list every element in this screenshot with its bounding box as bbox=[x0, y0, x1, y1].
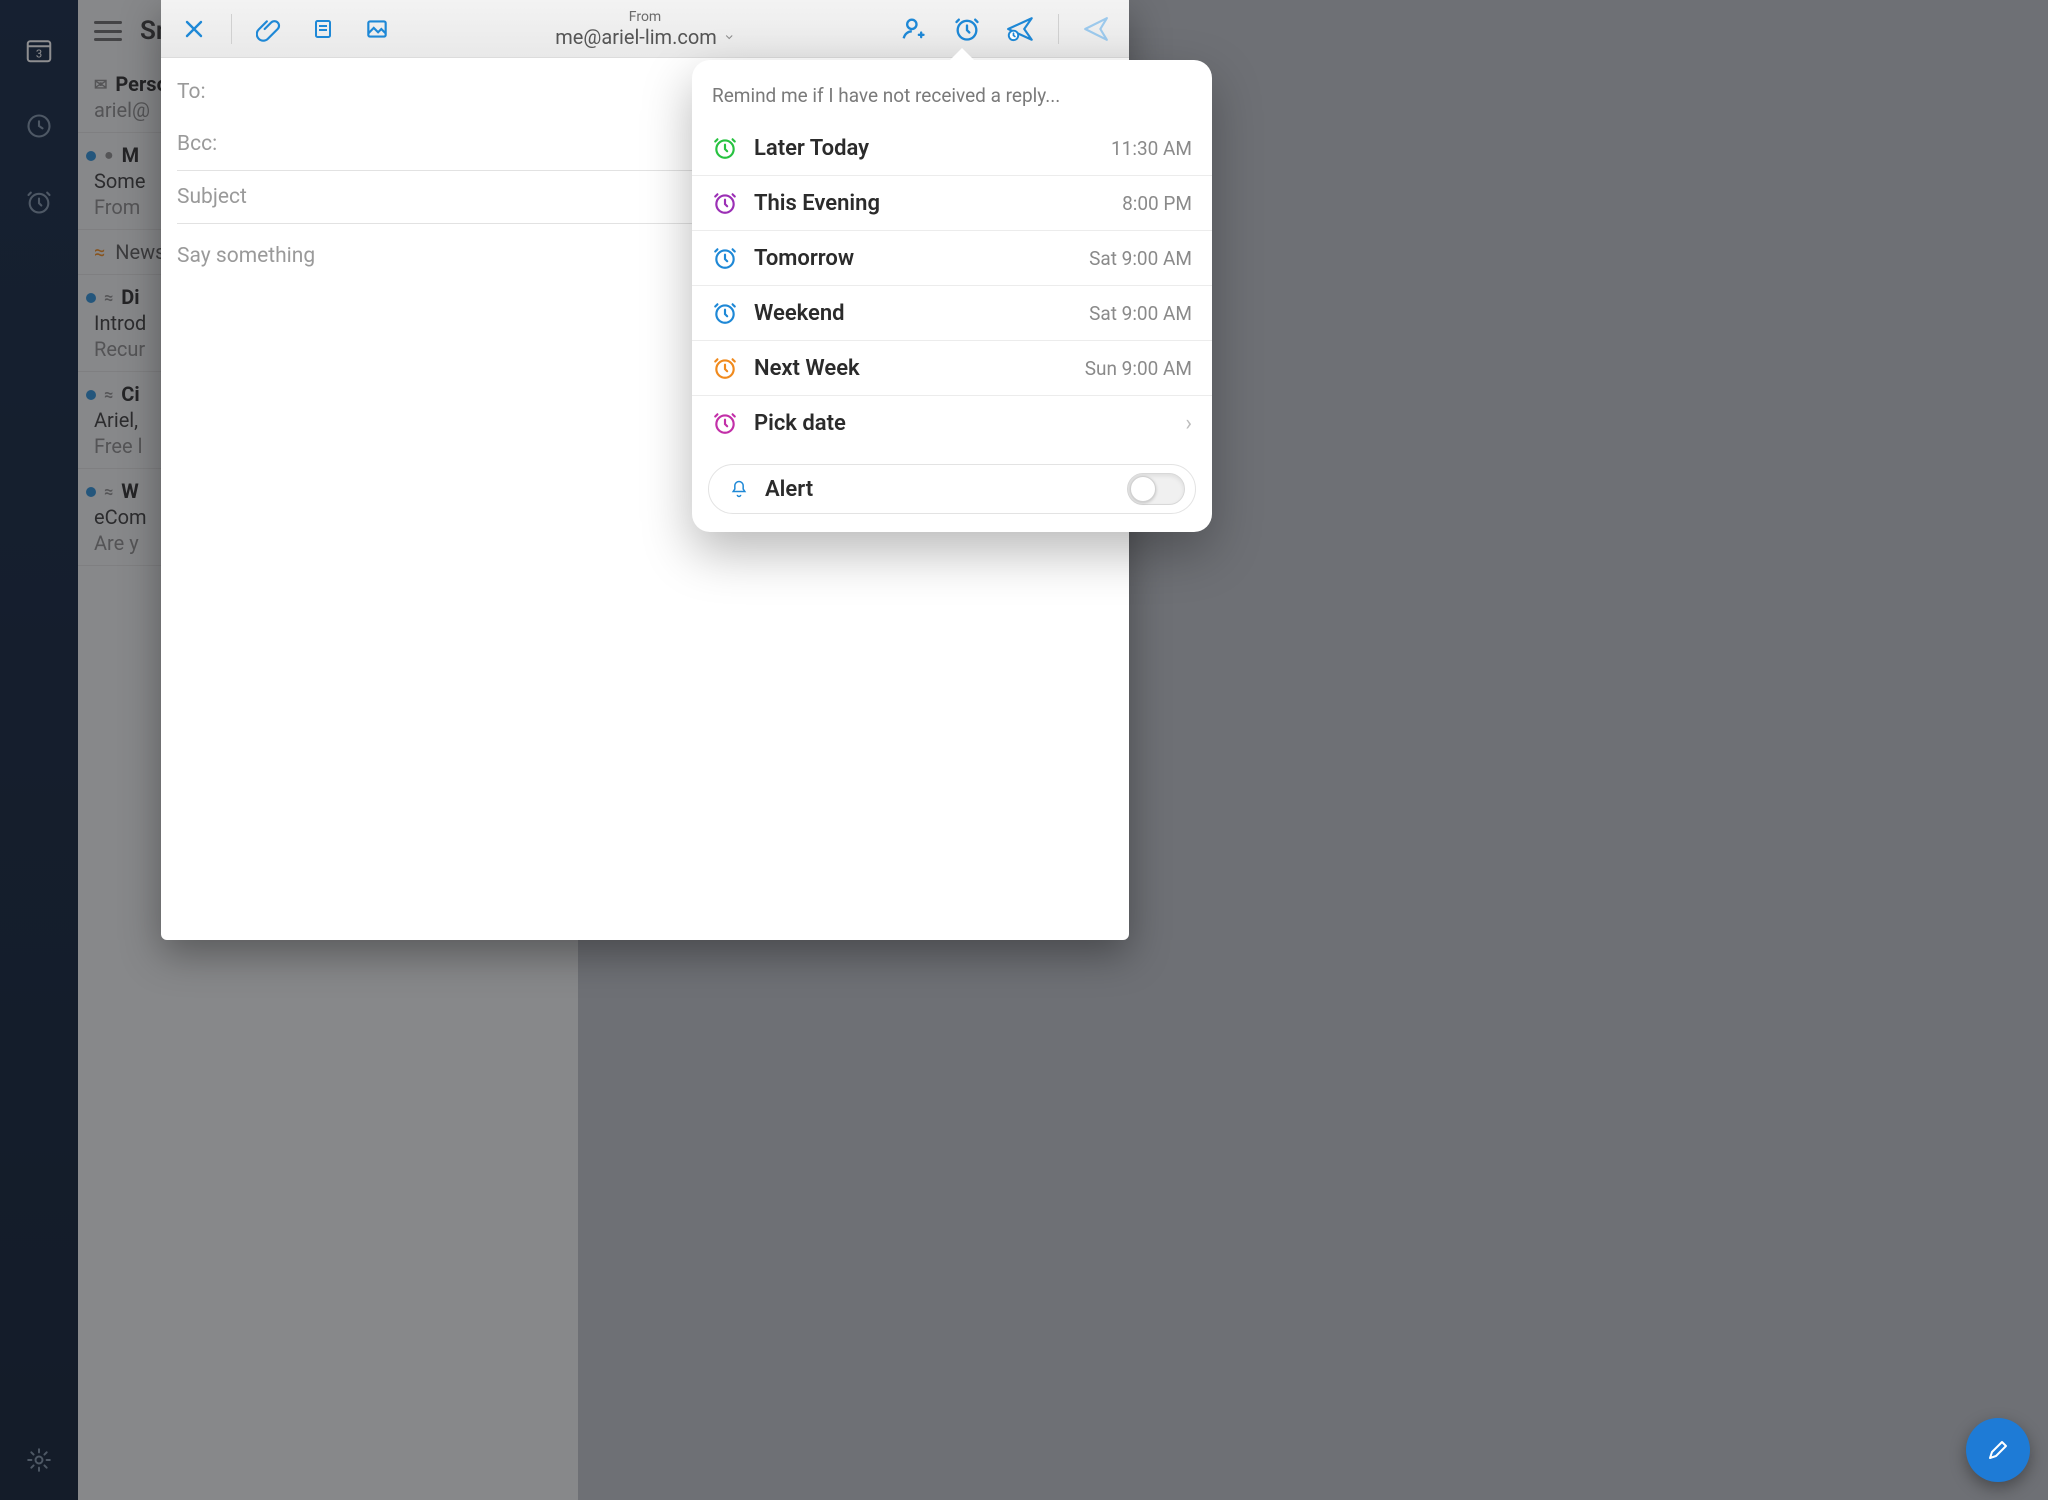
insert-image-button[interactable] bbox=[356, 8, 398, 50]
reminder-option-later-today[interactable]: Later Today 11:30 AM bbox=[692, 121, 1212, 176]
send-later-button[interactable] bbox=[1000, 8, 1042, 50]
close-icon bbox=[182, 17, 206, 41]
alarm-icon bbox=[712, 300, 738, 326]
image-icon bbox=[364, 16, 390, 42]
alert-label: Alert bbox=[765, 477, 1111, 502]
person-add-icon bbox=[899, 15, 927, 43]
reminder-option-weekend[interactable]: Weekend Sat 9:00 AM bbox=[692, 286, 1212, 341]
pick-date-label: Pick date bbox=[754, 411, 1169, 436]
from-selector[interactable]: From me@ariel-lim.com bbox=[555, 9, 735, 49]
reminder-option-label: Tomorrow bbox=[754, 246, 1073, 271]
reminder-option-label: This Evening bbox=[754, 191, 1106, 216]
compose-fab[interactable] bbox=[1966, 1418, 2030, 1482]
send-icon bbox=[1083, 16, 1109, 42]
reminder-option-label: Weekend bbox=[754, 301, 1073, 326]
alarm-icon bbox=[712, 135, 738, 161]
alarm-icon bbox=[712, 190, 738, 216]
reminder-header: Remind me if I have not received a reply… bbox=[692, 78, 1212, 121]
toolbar-divider bbox=[1058, 14, 1059, 44]
reminder-option-this-evening[interactable]: This Evening 8:00 PM bbox=[692, 176, 1212, 231]
chevron-right-icon: › bbox=[1185, 411, 1192, 436]
document-icon bbox=[311, 17, 335, 41]
alarm-icon bbox=[953, 15, 981, 43]
reminder-option-label: Later Today bbox=[754, 136, 1095, 161]
send-button[interactable] bbox=[1075, 8, 1117, 50]
alarm-icon bbox=[712, 245, 738, 271]
reminder-option-time: 11:30 AM bbox=[1111, 137, 1192, 160]
reminder-pick-date[interactable]: Pick date › bbox=[692, 396, 1212, 450]
send-later-icon bbox=[1006, 15, 1036, 43]
compose-toolbar: From me@ariel-lim.com bbox=[161, 0, 1129, 58]
alert-toggle-row: Alert bbox=[708, 464, 1196, 514]
reminder-option-tomorrow[interactable]: Tomorrow Sat 9:00 AM bbox=[692, 231, 1212, 286]
bell-icon bbox=[729, 479, 749, 499]
alert-toggle[interactable] bbox=[1127, 473, 1185, 505]
add-contact-button[interactable] bbox=[892, 8, 934, 50]
from-label: From bbox=[555, 9, 735, 25]
reminder-option-time: Sat 9:00 AM bbox=[1089, 247, 1192, 270]
pencil-icon bbox=[1986, 1438, 2010, 1462]
reminder-button[interactable] bbox=[946, 8, 988, 50]
reminder-option-time: Sun 9:00 AM bbox=[1085, 357, 1192, 380]
reminder-popover: Remind me if I have not received a reply… bbox=[692, 60, 1212, 532]
template-button[interactable] bbox=[302, 8, 344, 50]
from-address: me@ariel-lim.com bbox=[555, 25, 717, 49]
toolbar-divider bbox=[231, 14, 232, 44]
reminder-option-label: Next Week bbox=[754, 356, 1069, 381]
paperclip-icon bbox=[256, 16, 282, 42]
reminder-option-time: 8:00 PM bbox=[1122, 192, 1192, 215]
chevron-down-icon bbox=[723, 31, 735, 43]
close-button[interactable] bbox=[173, 8, 215, 50]
attach-button[interactable] bbox=[248, 8, 290, 50]
alarm-icon bbox=[712, 355, 738, 381]
reminder-option-next-week[interactable]: Next Week Sun 9:00 AM bbox=[692, 341, 1212, 396]
alarm-icon bbox=[712, 410, 738, 436]
reminder-option-time: Sat 9:00 AM bbox=[1089, 302, 1192, 325]
